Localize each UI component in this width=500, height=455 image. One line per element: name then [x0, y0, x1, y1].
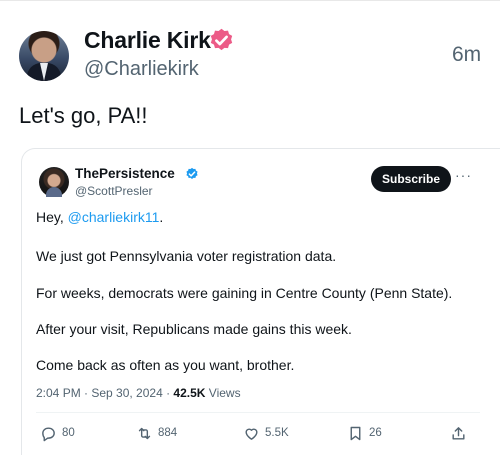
- top-divider: [0, 0, 500, 6]
- quoted-greeting: Hey, @charliekirk11.: [36, 209, 163, 225]
- reply-button[interactable]: 80: [40, 424, 75, 442]
- verified-badge-icon: [210, 28, 233, 51]
- views-label: Views: [205, 386, 241, 400]
- like-icon: [245, 428, 258, 440]
- repost-button[interactable]: 884: [136, 424, 177, 442]
- like-button[interactable]: 5.5K: [243, 424, 289, 442]
- repost-icon: [138, 427, 151, 439]
- post-text: Let's go, PA!!: [19, 103, 148, 128]
- reply-count: 80: [62, 427, 75, 439]
- quoted-avatar-body: [46, 187, 62, 197]
- quoted-post-card[interactable]: ThePersistence @ScottPresler Subscribe ·…: [21, 148, 500, 455]
- views-count: 42.5K: [173, 386, 206, 400]
- quoted-line-3: After your visit, Republicans made gains…: [36, 321, 352, 337]
- greeting-text: Hey,: [36, 209, 68, 225]
- like-count: 5.5K: [265, 427, 289, 439]
- quoted-line-1: We just got Pennsylvania voter registrat…: [36, 248, 337, 264]
- subscribe-button[interactable]: Subscribe: [371, 166, 451, 192]
- actions-divider: [36, 412, 480, 413]
- reply-icon: [42, 426, 55, 441]
- repost-count: 884: [158, 427, 178, 439]
- author-avatar[interactable]: [19, 31, 69, 81]
- author-handle[interactable]: @Charliekirk: [84, 58, 199, 81]
- quoted-author-avatar[interactable]: [39, 167, 69, 197]
- more-icon[interactable]: ···: [455, 167, 472, 183]
- quoted-line-4: Come back as often as you want, brother.: [36, 357, 295, 373]
- quoted-verified-badge-icon: [186, 167, 198, 179]
- bookmark-button[interactable]: 26: [347, 424, 382, 442]
- mention-link[interactable]: @charliekirk11: [68, 209, 160, 225]
- share-button[interactable]: [450, 424, 467, 442]
- bookmark-icon: [350, 426, 361, 440]
- quoted-author-handle[interactable]: @ScottPresler: [75, 184, 153, 198]
- post-metadata: 2:04 PM · Sep 30, 2024 · 42.5K Views: [36, 386, 241, 400]
- greeting-end: .: [159, 209, 164, 225]
- quoted-line-2: For weeks, democrats were gaining in Cen…: [36, 285, 453, 301]
- post-time[interactable]: 6m: [452, 43, 481, 67]
- share-icon: [452, 426, 465, 440]
- bookmark-count: 26: [369, 427, 382, 439]
- quoted-author-name[interactable]: ThePersistence: [75, 166, 175, 181]
- timestamp[interactable]: 2:04 PM · Sep 30, 2024 ·: [36, 386, 173, 400]
- author-name[interactable]: Charlie Kirk: [84, 27, 211, 54]
